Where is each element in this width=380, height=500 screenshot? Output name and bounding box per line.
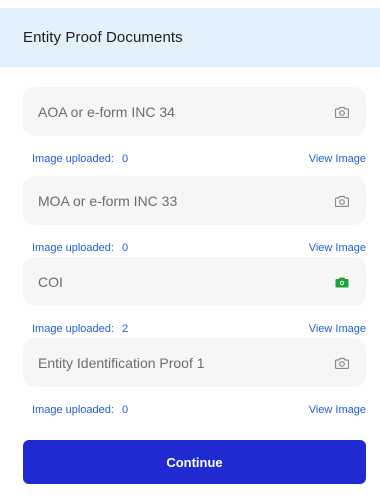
continue-button[interactable]: Continue xyxy=(23,440,366,484)
view-image-link[interactable]: View Image xyxy=(309,242,366,254)
entity-id-proof-field-label: Entity Identification Proof 1 xyxy=(38,354,205,371)
coi-field-label: COI xyxy=(38,273,63,290)
aoa-field-label: AOA or e-form INC 34 xyxy=(38,103,175,120)
aoa-upload-field[interactable]: AOA or e-form INC 34 xyxy=(23,87,366,136)
view-image-link[interactable]: View Image xyxy=(309,404,366,416)
moa-upload-field[interactable]: MOA or e-form INC 33 xyxy=(23,176,366,225)
image-uploaded-label: Image uploaded: xyxy=(32,153,114,165)
coi-upload-status: Image uploaded: 2 View Image xyxy=(32,321,366,337)
entity-id-proof-upload-field[interactable]: Entity Identification Proof 1 xyxy=(23,338,366,387)
image-uploaded-label: Image uploaded: xyxy=(32,404,114,416)
page-title: Entity Proof Documents xyxy=(23,29,183,46)
aoa-upload-status: Image uploaded: 0 View Image xyxy=(32,151,366,167)
entity-id-proof-upload-status: Image uploaded: 0 View Image xyxy=(32,402,366,418)
moa-upload-status: Image uploaded: 0 View Image xyxy=(32,240,366,256)
image-uploaded-count: 0 xyxy=(121,404,129,416)
camera-icon[interactable] xyxy=(335,106,349,118)
view-image-link[interactable]: View Image xyxy=(309,323,366,335)
camera-uploaded-icon[interactable] xyxy=(335,276,349,288)
image-uploaded-label: Image uploaded: xyxy=(32,323,114,335)
camera-icon[interactable] xyxy=(335,357,349,369)
image-uploaded-count: 0 xyxy=(121,242,129,254)
coi-upload-field[interactable]: COI xyxy=(23,257,366,306)
view-image-link[interactable]: View Image xyxy=(309,153,366,165)
image-uploaded-label: Image uploaded: xyxy=(32,242,114,254)
camera-icon[interactable] xyxy=(335,195,349,207)
image-uploaded-count: 2 xyxy=(121,323,129,335)
image-uploaded-count: 0 xyxy=(121,153,129,165)
page-header: Entity Proof Documents xyxy=(0,8,380,67)
moa-field-label: MOA or e-form INC 33 xyxy=(38,192,178,209)
